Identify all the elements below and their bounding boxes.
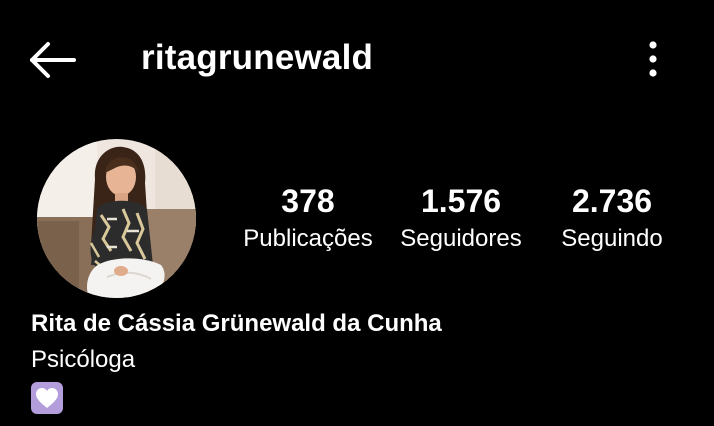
followers-stat[interactable]: 1.576 Seguidores xyxy=(389,180,533,254)
profile-avatar[interactable] xyxy=(37,139,196,298)
posts-count: 378 xyxy=(281,183,335,219)
followers-count: 1.576 xyxy=(420,183,502,219)
posts-stat[interactable]: 378 Publicações xyxy=(236,180,380,254)
profile-bio: Psicóloga xyxy=(31,346,136,373)
back-button[interactable] xyxy=(22,36,82,84)
profile-photo xyxy=(37,139,196,298)
profile-header: ritagrunewald xyxy=(0,0,714,118)
arrow-left-icon xyxy=(30,42,76,78)
more-vertical-icon xyxy=(649,41,657,77)
profile-username: ritagrunewald xyxy=(141,38,374,77)
profile-full-name: Rita de Cássia Grünewald da Cunha xyxy=(31,310,442,337)
following-count: 2.736 xyxy=(571,183,653,219)
following-stat[interactable]: 2.736 Seguindo xyxy=(548,180,676,254)
more-options-button[interactable] xyxy=(630,36,676,82)
white-heart-emoji xyxy=(31,382,63,414)
followers-label: Seguidores xyxy=(400,225,522,252)
posts-label: Publicações xyxy=(243,225,373,252)
following-label: Seguindo xyxy=(561,225,663,252)
heart-icon xyxy=(31,382,63,414)
